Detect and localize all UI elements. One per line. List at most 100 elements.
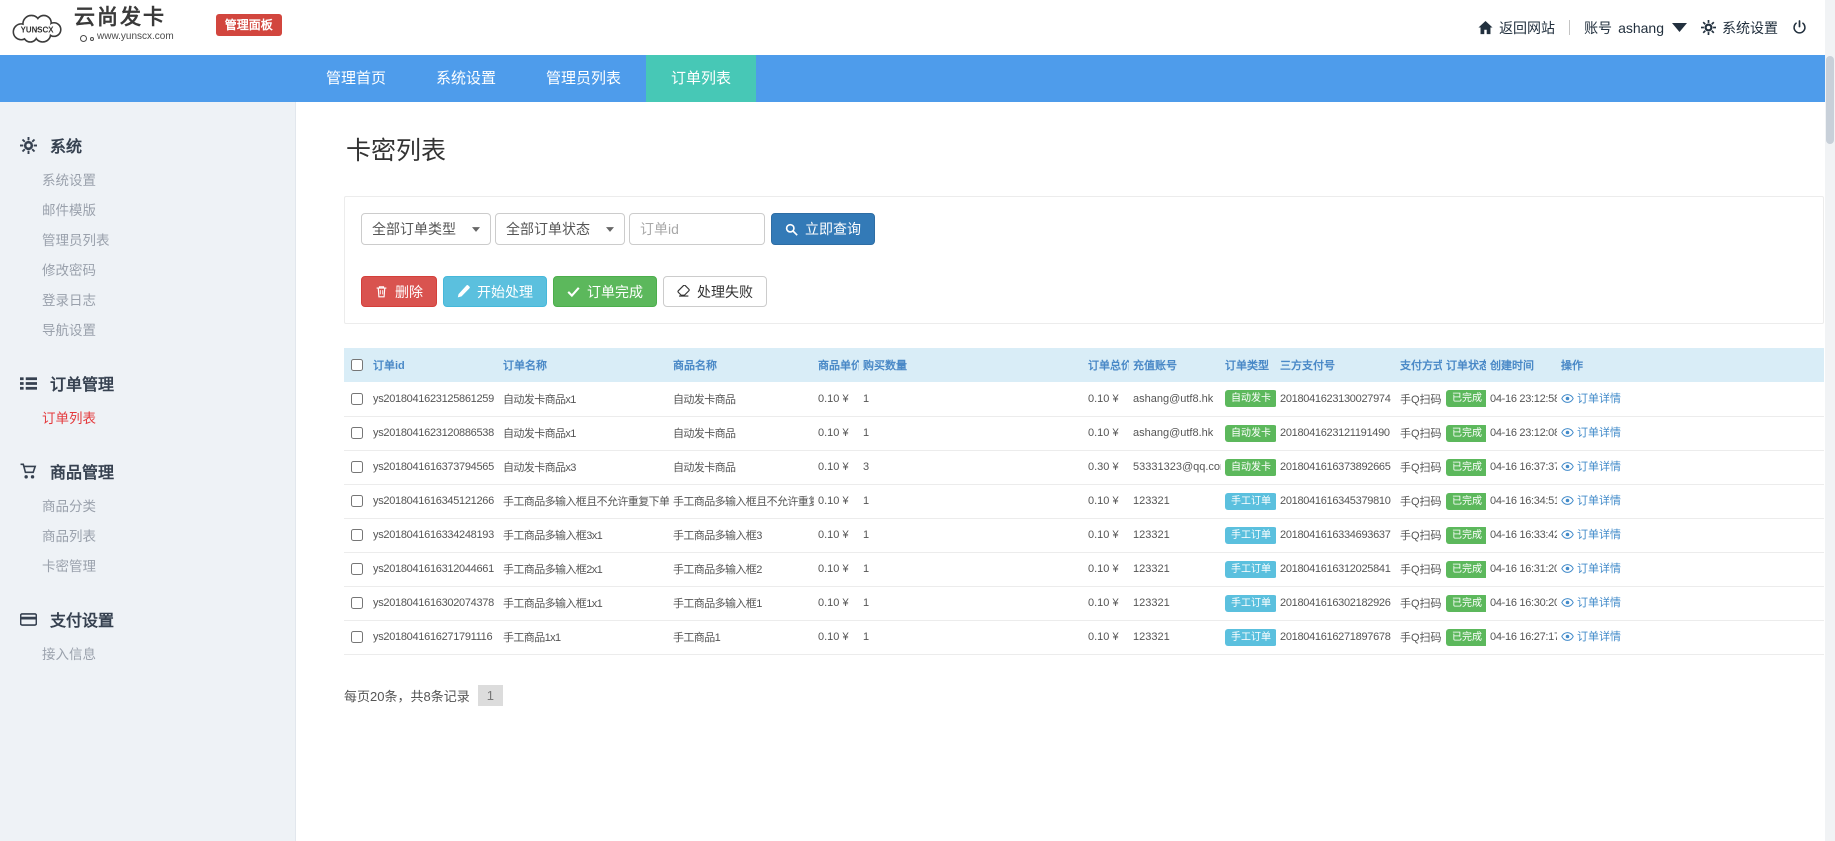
- sidebar-item-商品分类[interactable]: 商品分类: [0, 492, 295, 522]
- status-badge: 已完成: [1446, 561, 1486, 578]
- column-header-订单id[interactable]: 订单id: [369, 348, 499, 382]
- sidebar-item-订单列表[interactable]: 订单列表: [0, 404, 295, 434]
- start-process-button[interactable]: 开始处理: [443, 276, 547, 307]
- sidebar-section-title: 支付设置: [0, 598, 295, 640]
- quantity-cell: 3: [859, 450, 1084, 484]
- back-to-site-link[interactable]: 返回网站: [1478, 18, 1555, 38]
- row-checkbox[interactable]: [351, 495, 363, 507]
- order-detail-label: 订单详情: [1577, 594, 1621, 610]
- top-nav: 管理首页系统设置管理员列表订单列表: [0, 55, 1835, 102]
- scrollbar-thumb[interactable]: [1826, 56, 1834, 144]
- nav-tab-订单列表[interactable]: 订单列表: [646, 55, 756, 102]
- account-menu[interactable]: 账号 ashang: [1584, 18, 1687, 38]
- logout-button[interactable]: [1792, 20, 1807, 35]
- column-header-订单类型[interactable]: 订单类型: [1221, 348, 1276, 382]
- search-button[interactable]: 立即查询: [771, 213, 875, 245]
- order-detail-link[interactable]: 订单详情: [1561, 424, 1621, 440]
- caret-down-icon: [1672, 20, 1687, 35]
- sidebar-item-登录日志[interactable]: 登录日志: [0, 286, 295, 316]
- order-detail-link[interactable]: 订单详情: [1561, 492, 1621, 508]
- unit-price-cell: 0.10 ¥: [814, 484, 859, 518]
- order-complete-button[interactable]: 订单完成: [553, 276, 657, 307]
- column-header-创建时间[interactable]: 创建时间: [1486, 348, 1557, 382]
- order-id-cell: ys2018041616302074378: [369, 586, 499, 620]
- column-header-操作[interactable]: 操作: [1557, 348, 1824, 382]
- topbar-actions: 返回网站 账号 ashang 系统设置: [1478, 18, 1819, 38]
- column-header-订单名称[interactable]: 订单名称: [499, 348, 669, 382]
- order-id-cell: ys2018041616334248193: [369, 518, 499, 552]
- row-checkbox[interactable]: [351, 461, 363, 473]
- order-detail-link[interactable]: 订单详情: [1561, 390, 1621, 406]
- order-id-input[interactable]: [629, 213, 765, 245]
- status-badge: 已完成: [1446, 595, 1486, 612]
- column-header-商品名称[interactable]: 商品名称: [669, 348, 814, 382]
- column-header-充值账号[interactable]: 充值账号: [1129, 348, 1221, 382]
- order-detail-label: 订单详情: [1577, 458, 1621, 474]
- total-price-cell: 0.30 ¥: [1084, 450, 1129, 484]
- row-checkbox[interactable]: [351, 393, 363, 405]
- search-icon: [785, 223, 798, 236]
- bubble-dot: [90, 37, 94, 41]
- total-price-cell: 0.10 ¥: [1084, 552, 1129, 586]
- order-detail-link[interactable]: 订单详情: [1561, 628, 1621, 644]
- sidebar-item-修改密码[interactable]: 修改密码: [0, 256, 295, 286]
- order-detail-link[interactable]: 订单详情: [1561, 458, 1621, 474]
- account-name: ashang: [1618, 20, 1664, 36]
- nav-tab-管理员列表[interactable]: 管理员列表: [521, 55, 646, 102]
- order-detail-link[interactable]: 订单详情: [1561, 594, 1621, 610]
- row-checkbox[interactable]: [351, 597, 363, 609]
- quantity-cell: 1: [859, 552, 1084, 586]
- table-row: ys2018041616271791116手工商品1x1手工商品10.10 ¥1…: [344, 620, 1824, 654]
- column-header-支付方式[interactable]: 支付方式: [1396, 348, 1442, 382]
- scrollbar[interactable]: [1825, 0, 1835, 841]
- sidebar-item-系统设置[interactable]: 系统设置: [0, 166, 295, 196]
- sidebar-item-接入信息[interactable]: 接入信息: [0, 640, 295, 670]
- process-fail-button[interactable]: 处理失败: [663, 276, 767, 307]
- column-header-三方支付号[interactable]: 三方支付号: [1276, 348, 1396, 382]
- order-detail-label: 订单详情: [1577, 390, 1621, 406]
- row-checkbox[interactable]: [351, 631, 363, 643]
- row-checkbox[interactable]: [351, 563, 363, 575]
- orders-table: 订单id订单名称商品名称商品单价购买数量订单总价充值账号订单类型三方支付号支付方…: [344, 348, 1824, 655]
- top-header: YUNSCX 云尚发卡 www.yunscx.com 管理面板 返回网站 账号 …: [0, 0, 1835, 55]
- table-row: ys2018041623120886538自动发卡商品x1自动发卡商品0.10 …: [344, 416, 1824, 450]
- brand-logo[interactable]: YUNSCX 云尚发卡 www.yunscx.com 管理面板: [10, 2, 282, 54]
- order-type-badge: 手工订单: [1225, 595, 1276, 612]
- total-price-cell: 0.10 ¥: [1084, 416, 1129, 450]
- row-checkbox[interactable]: [351, 427, 363, 439]
- sidebar-item-邮件模版[interactable]: 邮件模版: [0, 196, 295, 226]
- order-status-cell: 已完成: [1442, 450, 1486, 484]
- column-header-购买数量[interactable]: 购买数量: [859, 348, 1084, 382]
- credit-card-icon: [20, 611, 37, 628]
- pay-number-cell: 2018041616334693637: [1276, 518, 1396, 552]
- order-detail-link[interactable]: 订单详情: [1561, 560, 1621, 576]
- order-type-badge: 自动发卡: [1225, 425, 1276, 442]
- page-number-button[interactable]: 1: [478, 685, 503, 706]
- order-type-select[interactable]: 全部订单类型: [361, 213, 491, 245]
- order-detail-link[interactable]: 订单详情: [1561, 526, 1621, 542]
- home-icon: [1478, 20, 1493, 35]
- column-header-订单总价[interactable]: 订单总价: [1084, 348, 1129, 382]
- column-header-商品单价[interactable]: 商品单价: [814, 348, 859, 382]
- sidebar-item-管理员列表[interactable]: 管理员列表: [0, 226, 295, 256]
- unit-price-cell: 0.10 ¥: [814, 382, 859, 416]
- select-all-checkbox[interactable]: [351, 359, 363, 371]
- account-cell: 123321: [1129, 552, 1221, 586]
- sidebar-item-导航设置[interactable]: 导航设置: [0, 316, 295, 346]
- system-settings-link[interactable]: 系统设置: [1701, 18, 1778, 38]
- order-status-select[interactable]: 全部订单状态: [495, 213, 625, 245]
- nav-tab-系统设置[interactable]: 系统设置: [411, 55, 521, 102]
- pencil-icon: [457, 285, 470, 298]
- order-detail-label: 订单详情: [1577, 424, 1621, 440]
- sidebar-item-卡密管理[interactable]: 卡密管理: [0, 552, 295, 582]
- brand-text: 云尚发卡 www.yunscx.com: [74, 6, 174, 42]
- pay-number-cell: 2018041616302182926: [1276, 586, 1396, 620]
- row-checkbox[interactable]: [351, 529, 363, 541]
- sidebar-item-商品列表[interactable]: 商品列表: [0, 522, 295, 552]
- total-price-cell: 0.10 ¥: [1084, 484, 1129, 518]
- column-header-订单状态[interactable]: 订单状态: [1442, 348, 1486, 382]
- table-row: ys2018041616334248193手工商品多输入框3x1手工商品多输入框…: [344, 518, 1824, 552]
- nav-tab-管理首页[interactable]: 管理首页: [301, 55, 411, 102]
- order-detail-label: 订单详情: [1577, 560, 1621, 576]
- delete-button[interactable]: 删除: [361, 276, 437, 307]
